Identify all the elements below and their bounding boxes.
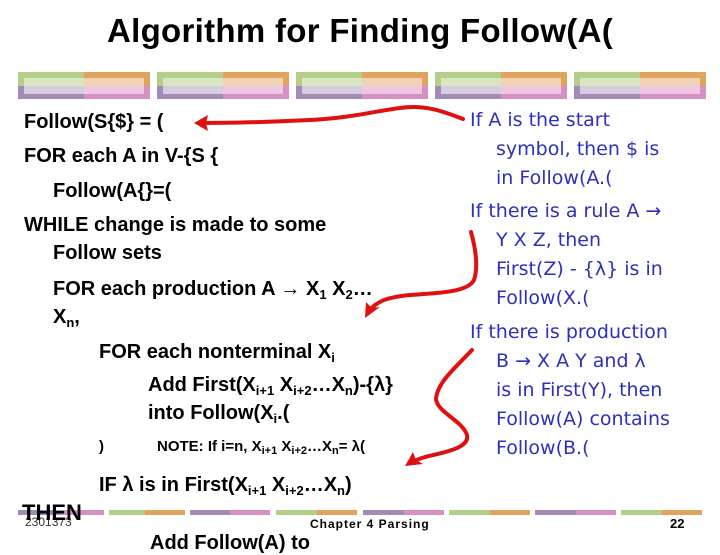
- arrowhead-icon: [194, 115, 208, 131]
- annotation-arrows: [194, 104, 479, 466]
- arrow-rule-two: [368, 230, 479, 312]
- arrow-start-symbol: [198, 104, 465, 125]
- arrow-rule-three: [408, 348, 474, 465]
